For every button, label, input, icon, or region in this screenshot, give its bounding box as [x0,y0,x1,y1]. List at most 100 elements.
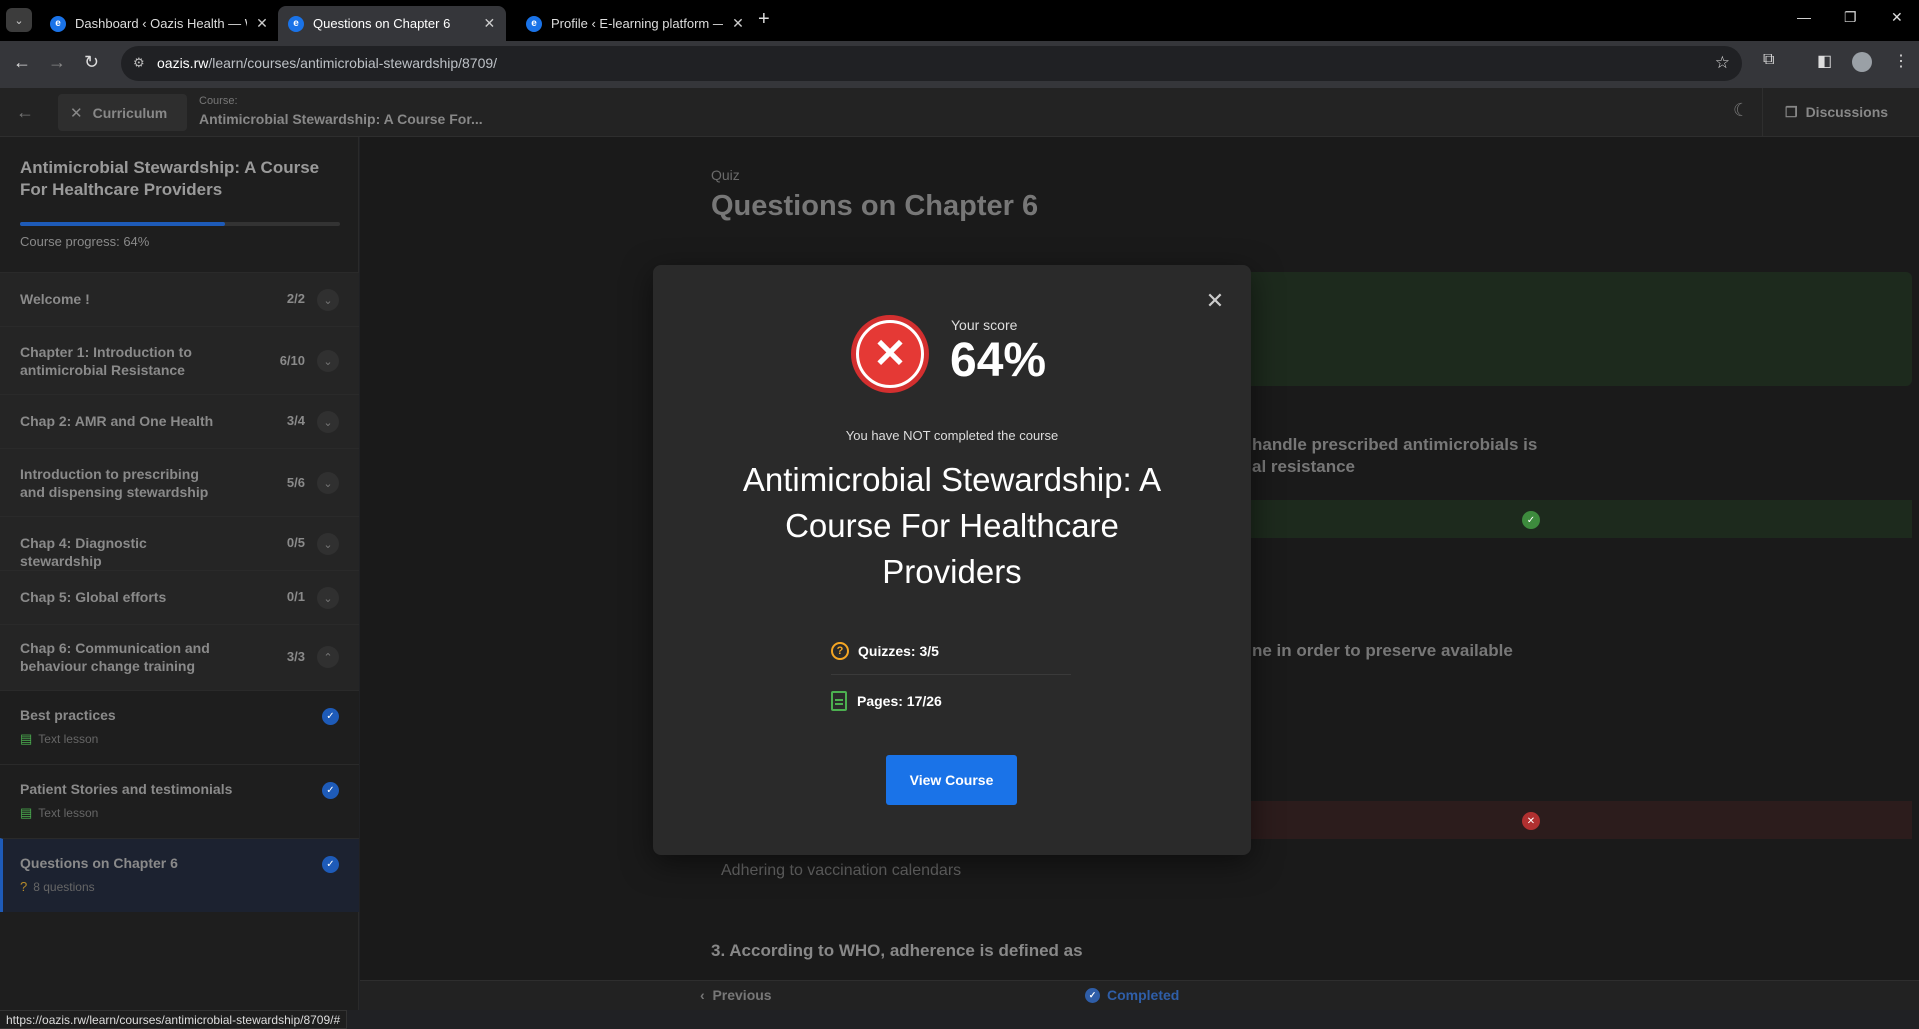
section-label: Chapter 1: Introduction to antimicrobial… [20,344,192,378]
answer-option[interactable]: Adhering to vaccination calendars [721,862,961,880]
lesson-label: Questions on Chapter 6 [20,855,178,871]
profile-avatar[interactable] [1852,52,1872,72]
oazis-favicon-icon: e [288,15,304,32]
chevron-up-icon[interactable]: ⌃ [317,646,339,668]
section-count: 3/4 [286,413,305,428]
oazis-favicon-icon: e [526,15,542,32]
lesson-patient-stories[interactable]: Patient Stories and testimonials ▤ Text l… [0,764,359,838]
wrong-x-icon: ✕ [1522,812,1540,830]
section-prescribing[interactable]: Introduction to prescribing and dispensi… [0,448,359,516]
link-status-bar: https://oazis.rw/learn/courses/antimicro… [0,1010,348,1029]
lesson-type: ▤ Text lesson [20,805,98,821]
quizzes-stat: ? Quizzes: 3/5 [831,628,1071,674]
question-3-text: 3. According to WHO, adherence is define… [711,941,1083,960]
previous-button[interactable]: ‹ Previous [700,987,772,1003]
browser-tab-dashboard[interactable]: e Dashboard ‹ Oazis Health — W ✕ [40,6,279,41]
section-label: Chap 2: AMR and One Health [20,413,214,429]
pages-text: Pages: 17/26 [857,693,942,709]
question-1-text: handle prescribed antimicrobials is [1252,435,1538,454]
tab-search-button[interactable]: ⌄ [6,8,32,32]
tab-title: Profile ‹ E-learning platform — [551,16,723,31]
completed-label: Completed [1107,987,1180,1003]
section-count: 2/2 [286,291,305,306]
window-close-icon[interactable]: ✕ [1891,9,1903,26]
side-panel-icon[interactable]: ◧ [1817,51,1832,71]
chevron-down-icon[interactable]: ⌄ [317,533,339,555]
section-count: 3/3 [286,649,305,664]
close-icon: ✕ [70,104,83,122]
close-tab-icon[interactable]: ✕ [255,15,269,32]
chevron-down-icon[interactable]: ⌄ [317,411,339,433]
site-info-icon[interactable]: ⚙ [133,55,145,71]
curriculum-toggle-button[interactable]: ✕ Curriculum [58,94,187,131]
address-bar[interactable]: ⚙ oazis.rw/learn/courses/antimicrobial-s… [121,46,1742,81]
curriculum-sidebar: Antimicrobial Stewardship: A Course For … [0,137,359,1010]
close-icon[interactable]: ✕ [1203,288,1227,313]
browser-menu-icon[interactable]: ⋮ [1893,51,1909,71]
section-welcome[interactable]: Welcome ! 2/2 ⌄ [0,272,359,326]
completed-status: ✓ Completed [1085,987,1179,1003]
chevron-down-icon[interactable]: ⌄ [317,289,339,311]
dark-mode-icon[interactable]: ☾ [1733,100,1749,121]
chevron-down-icon[interactable]: ⌄ [317,350,339,372]
progress-fill [20,222,225,226]
pages-stat: Pages: 17/26 [831,678,1071,724]
section-label: Chap 5: Global efforts [20,589,167,605]
lesson-best-practices[interactable]: Best practices ▤ Text lesson ✓ [0,690,359,764]
completion-status: You have NOT completed the course [845,428,1059,443]
completed-check-icon: ✓ [322,708,339,725]
chevron-down-icon[interactable]: ⌄ [317,472,339,494]
question-1-text-cont: al resistance [1252,457,1356,476]
restore-icon[interactable]: ❐ [1844,9,1857,26]
section-chap-6[interactable]: Chap 6: Communication and behaviour chan… [0,624,359,690]
divider [831,674,1071,675]
back-arrow-icon[interactable]: ← [13,52,31,73]
quiz-kicker: Quiz [711,167,740,183]
quizzes-text: Quizzes: 3/5 [858,643,939,659]
sidebar-course-title: Antimicrobial Stewardship: A Course For … [20,158,320,199]
completed-check-icon: ✓ [322,782,339,799]
section-count: 5/6 [286,475,305,490]
minimize-icon[interactable]: — [1797,9,1811,25]
question-2-text: ne in order to preserve available [1252,641,1513,660]
quiz-title: Questions on Chapter 6 [711,190,1039,222]
fail-x-icon: ✕ [851,315,929,393]
course-name: Antimicrobial Stewardship: A Course For.… [199,111,483,127]
curriculum-label: Curriculum [92,104,168,121]
new-tab-icon[interactable]: + [758,8,770,31]
lesson-questions-chapter-6[interactable]: Questions on Chapter 6 ? 8 questions ✓ [0,838,359,912]
score-value: 64% [950,334,1047,387]
chevron-down-icon[interactable]: ⌄ [317,587,339,609]
discussions-button[interactable]: ❐ Discussions [1762,88,1888,136]
browser-tab-profile[interactable]: e Profile ‹ E-learning platform — ✕ [516,6,755,41]
section-label: Introduction to prescribing and dispensi… [20,466,209,500]
course-progress-bar [20,222,340,226]
section-chap-5[interactable]: Chap 5: Global efforts 0/1 ⌄ [0,570,359,624]
back-arrow-icon[interactable]: ← [16,102,34,123]
lesson-type-label: Text lesson [38,806,99,820]
quiz-result-modal: ✕ ✕ Your score 64% You have NOT complete… [653,265,1251,855]
reload-icon[interactable]: ↻ [84,52,99,73]
browser-tab-questions[interactable]: e Questions on Chapter 6 ✕ [278,6,506,41]
bookmark-star-icon[interactable]: ☆ [1715,53,1730,73]
document-icon: ▤ [20,805,33,820]
section-chap-4[interactable]: Chap 4: Diagnostic stewardship 0/5 ⌄ [0,516,359,570]
course-progress-text: Course progress: 64% [20,234,150,249]
extensions-icon[interactable]: ⧉ [1763,51,1774,69]
lesson-type: ▤ Text lesson [20,731,98,747]
lesson-label: Best practices [20,707,116,723]
forward-arrow-icon[interactable]: → [48,52,66,73]
view-course-button[interactable]: View Course [886,755,1017,805]
section-label: Chap 6: Communication and behaviour chan… [20,640,210,674]
section-chapter-1[interactable]: Chapter 1: Introduction to antimicrobial… [0,326,359,394]
discussions-label: Discussions [1805,104,1889,120]
section-count: 6/10 [279,353,305,368]
document-icon: ▤ [20,731,33,746]
browser-tabstrip: ⌄ e Dashboard ‹ Oazis Health — W ✕ e Que… [0,0,1919,41]
close-tab-icon[interactable]: ✕ [731,15,745,32]
close-tab-icon[interactable]: ✕ [483,15,496,32]
section-chap-2[interactable]: Chap 2: AMR and One Health 3/4 ⌄ [0,394,359,448]
tab-title: Dashboard ‹ Oazis Health — W [75,16,247,31]
section-count: 0/5 [286,535,305,550]
chat-icon: ❐ [1785,103,1798,120]
